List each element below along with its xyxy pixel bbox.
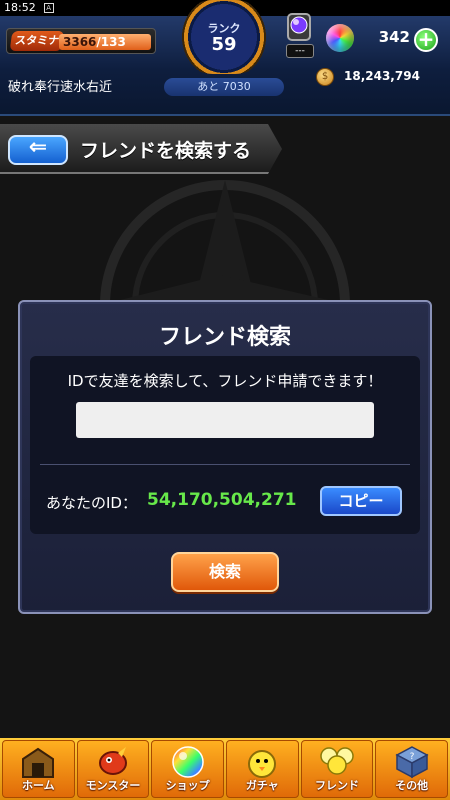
notification-icon: A xyxy=(43,3,54,13)
stamina-label: スタミナ xyxy=(9,31,65,51)
stamina-text: 3366/133 xyxy=(63,33,126,51)
dialog-description: IDで友達を検索して、フレンド申請できます！ xyxy=(67,372,383,390)
dragon-icon xyxy=(99,747,127,775)
player-name: 破れ奉行速水右近 xyxy=(8,80,113,95)
chick-icon xyxy=(248,750,277,778)
strike-shot-text: --- xyxy=(286,44,314,58)
tab-label: ガチャ xyxy=(245,779,279,792)
tab-label: ショップ xyxy=(165,779,210,792)
dialog-title: フレンド検索 xyxy=(158,325,291,350)
tab-friend[interactable]: フレンド xyxy=(300,740,374,798)
tab-other[interactable]: ? その他 xyxy=(375,740,449,798)
tab-label: ホーム xyxy=(22,779,55,792)
search-button[interactable]: 検索 xyxy=(171,552,279,592)
balloons-icon xyxy=(320,747,354,775)
copy-id-button[interactable]: コピー xyxy=(320,486,402,516)
divider xyxy=(40,464,410,465)
stamina-max: /133 xyxy=(96,35,126,49)
tab-gacha[interactable]: ガチャ xyxy=(226,740,299,798)
add-orb-button[interactable]: + xyxy=(414,28,438,52)
my-id-value: 54,170,504,271 xyxy=(147,490,297,510)
question-box-icon: ? xyxy=(395,746,429,779)
tab-label: その他 xyxy=(395,779,429,792)
friend-id-input[interactable] xyxy=(76,402,374,438)
stamina-box: スタミナ 3366/133 xyxy=(6,28,156,54)
svg-text:?: ? xyxy=(409,752,414,762)
tab-shop[interactable]: ショップ xyxy=(151,740,225,798)
rank-next-exp: あと 7030 xyxy=(164,78,284,96)
coin-count: 18,243,794 xyxy=(344,69,420,83)
tab-label: フレンド xyxy=(315,779,360,792)
my-id-label: あなたのID： xyxy=(46,494,137,512)
tab-monster[interactable]: モンスター xyxy=(76,740,150,798)
coin-icon: $ xyxy=(316,68,334,86)
clock: 18:52 xyxy=(4,1,36,14)
bottom-tab-bar: ホーム モンスター ショップ ガチャ フレンド ? その他 xyxy=(0,738,450,800)
rainbow-orb-icon xyxy=(171,746,204,778)
tab-label: モンスター xyxy=(85,779,141,792)
stamina-current: 3366 xyxy=(63,35,97,49)
home-gate-icon xyxy=(22,747,55,778)
rank-value: 59 xyxy=(211,34,237,55)
orb-count: 342 xyxy=(378,28,410,46)
back-button[interactable]: ⇐ xyxy=(8,135,68,165)
tab-home[interactable]: ホーム xyxy=(2,740,75,798)
orb-icon xyxy=(326,24,354,52)
